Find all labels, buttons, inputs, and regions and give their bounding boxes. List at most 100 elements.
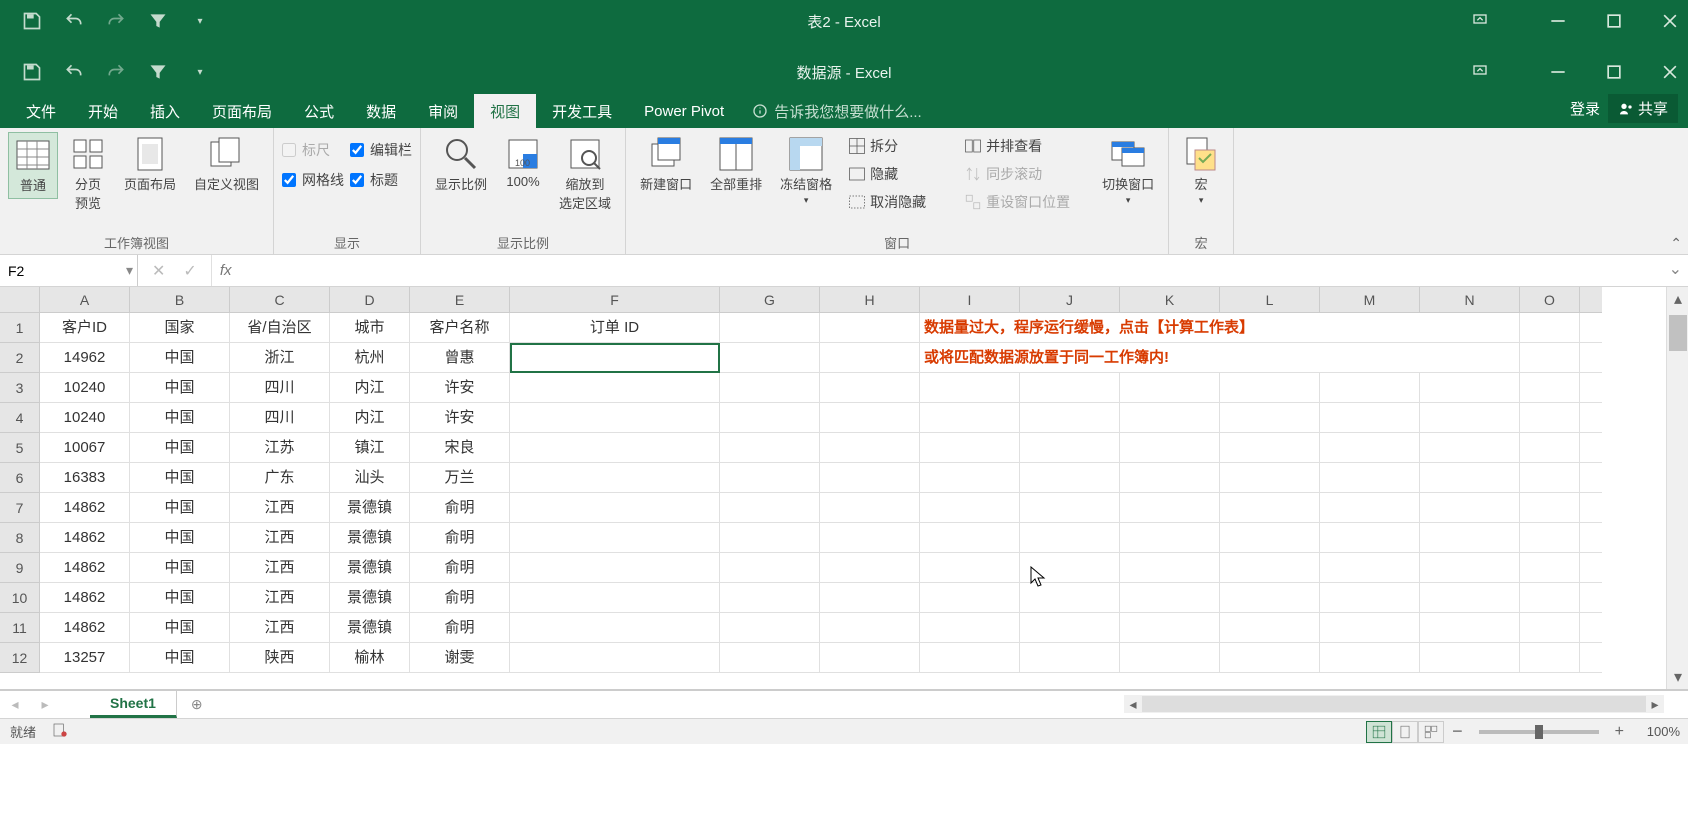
- macro-record-icon[interactable]: [52, 722, 68, 741]
- col-header[interactable]: C: [230, 287, 330, 313]
- expand-formula-bar-icon[interactable]: ⌄: [1663, 255, 1688, 286]
- col-header[interactable]: F: [510, 287, 720, 313]
- cell[interactable]: 陕西: [230, 643, 330, 673]
- save-icon[interactable]: [22, 11, 42, 31]
- zoom-to-selection-button[interactable]: 缩放到 选定区域: [553, 132, 617, 216]
- cell[interactable]: 许安: [410, 373, 510, 403]
- cell[interactable]: 许安: [410, 403, 510, 433]
- cell[interactable]: 江西: [230, 493, 330, 523]
- cell[interactable]: 中国: [130, 433, 230, 463]
- add-sheet-button[interactable]: ⊕: [177, 691, 217, 718]
- row-header[interactable]: 6: [0, 463, 40, 493]
- login-link[interactable]: 登录: [1570, 98, 1600, 119]
- scroll-up-icon[interactable]: ▴: [1667, 289, 1688, 309]
- row-header[interactable]: 2: [0, 343, 40, 373]
- cell[interactable]: 曾惠: [410, 343, 510, 373]
- tab-data[interactable]: 数据: [350, 94, 412, 128]
- cell[interactable]: 13257: [40, 643, 130, 673]
- cell[interactable]: 国家: [130, 313, 230, 343]
- col-header[interactable]: B: [130, 287, 230, 313]
- zoom-in-button[interactable]: +: [1615, 723, 1624, 741]
- col-header[interactable]: D: [330, 287, 410, 313]
- page-break-preview-button[interactable]: 分页 预览: [64, 132, 112, 216]
- cell[interactable]: 10067: [40, 433, 130, 463]
- col-header[interactable]: N: [1420, 287, 1520, 313]
- redo-icon[interactable]: [106, 11, 126, 31]
- cell[interactable]: 14862: [40, 613, 130, 643]
- filter-icon[interactable]: [148, 11, 168, 31]
- undo-icon[interactable]: [64, 11, 84, 31]
- cell[interactable]: 10240: [40, 403, 130, 433]
- sheet-tab[interactable]: Sheet1: [90, 691, 177, 718]
- row-header[interactable]: 8: [0, 523, 40, 553]
- filter-icon[interactable]: [148, 62, 168, 82]
- cell[interactable]: 10240: [40, 373, 130, 403]
- cell[interactable]: 榆林: [330, 643, 410, 673]
- formula-bar-checkbox[interactable]: 编辑栏: [350, 140, 412, 160]
- cell[interactable]: 中国: [130, 643, 230, 673]
- cell[interactable]: 景德镇: [330, 583, 410, 613]
- tab-home[interactable]: 开始: [72, 94, 134, 128]
- tab-page-layout[interactable]: 页面布局: [196, 94, 288, 128]
- col-header[interactable]: E: [410, 287, 510, 313]
- col-header[interactable]: M: [1320, 287, 1420, 313]
- cell[interactable]: 中国: [130, 463, 230, 493]
- tab-developer[interactable]: 开发工具: [536, 94, 628, 128]
- cell[interactable]: [510, 373, 720, 403]
- macros-button[interactable]: 宏 ▾: [1177, 132, 1225, 210]
- arrange-all-button[interactable]: 全部重排: [704, 132, 768, 197]
- close-icon[interactable]: [1660, 11, 1680, 31]
- row-header[interactable]: 7: [0, 493, 40, 523]
- scroll-down-icon[interactable]: ▾: [1667, 667, 1688, 687]
- hide-button[interactable]: 隐藏: [844, 162, 954, 186]
- select-all-corner[interactable]: [0, 287, 40, 313]
- switch-windows-button[interactable]: 切换窗口 ▾: [1096, 132, 1160, 210]
- cell[interactable]: 内江: [330, 373, 410, 403]
- normal-view-button[interactable]: 普通: [8, 132, 58, 199]
- cell[interactable]: [510, 643, 720, 673]
- view-page-break-button[interactable]: [1418, 721, 1444, 743]
- cell[interactable]: [510, 403, 720, 433]
- cell[interactable]: [510, 343, 720, 373]
- formula-input[interactable]: [239, 255, 1662, 286]
- col-header[interactable]: L: [1220, 287, 1320, 313]
- cell[interactable]: 四川: [230, 403, 330, 433]
- spreadsheet-grid[interactable]: ABCDEFGHIJKLMNO1客户ID国家省/自治区城市客户名称订单 ID数据…: [0, 287, 1688, 690]
- gridlines-checkbox[interactable]: 网格线: [282, 170, 344, 190]
- zoom-out-button[interactable]: −: [1452, 721, 1463, 742]
- tab-insert[interactable]: 插入: [134, 94, 196, 128]
- cell[interactable]: 景德镇: [330, 493, 410, 523]
- custom-views-button[interactable]: 自定义视图: [188, 132, 265, 197]
- cell[interactable]: 江西: [230, 553, 330, 583]
- tab-file[interactable]: 文件: [10, 94, 72, 128]
- horizontal-scrollbar[interactable]: ◂ ▸: [1124, 695, 1664, 713]
- cell[interactable]: 16383: [40, 463, 130, 493]
- row-header[interactable]: 10: [0, 583, 40, 613]
- tell-me-search[interactable]: 告诉我您想要做什么...: [752, 94, 922, 128]
- cell[interactable]: 客户ID: [40, 313, 130, 343]
- cell[interactable]: [510, 583, 720, 613]
- cell[interactable]: 客户名称: [410, 313, 510, 343]
- row-header[interactable]: 1: [0, 313, 40, 343]
- undo-icon[interactable]: [64, 62, 84, 82]
- cell[interactable]: 俞明: [410, 493, 510, 523]
- cell[interactable]: 广东: [230, 463, 330, 493]
- tab-formulas[interactable]: 公式: [288, 94, 350, 128]
- row-header[interactable]: 9: [0, 553, 40, 583]
- view-page-layout-button[interactable]: [1392, 721, 1418, 743]
- cell[interactable]: 中国: [130, 403, 230, 433]
- freeze-panes-button[interactable]: 冻结窗格 ▾: [774, 132, 838, 210]
- cell[interactable]: 景德镇: [330, 523, 410, 553]
- cell[interactable]: 江苏: [230, 433, 330, 463]
- scroll-right-icon[interactable]: ▸: [1646, 696, 1664, 713]
- view-normal-button[interactable]: [1366, 721, 1392, 743]
- cell[interactable]: 万兰: [410, 463, 510, 493]
- cell[interactable]: 俞明: [410, 613, 510, 643]
- page-layout-view-button[interactable]: 页面布局: [118, 132, 182, 197]
- unhide-button[interactable]: 取消隐藏: [844, 190, 954, 214]
- cell[interactable]: 中国: [130, 343, 230, 373]
- split-button[interactable]: 拆分: [844, 134, 954, 158]
- cell[interactable]: 中国: [130, 583, 230, 613]
- col-header[interactable]: J: [1020, 287, 1120, 313]
- cell[interactable]: 14862: [40, 553, 130, 583]
